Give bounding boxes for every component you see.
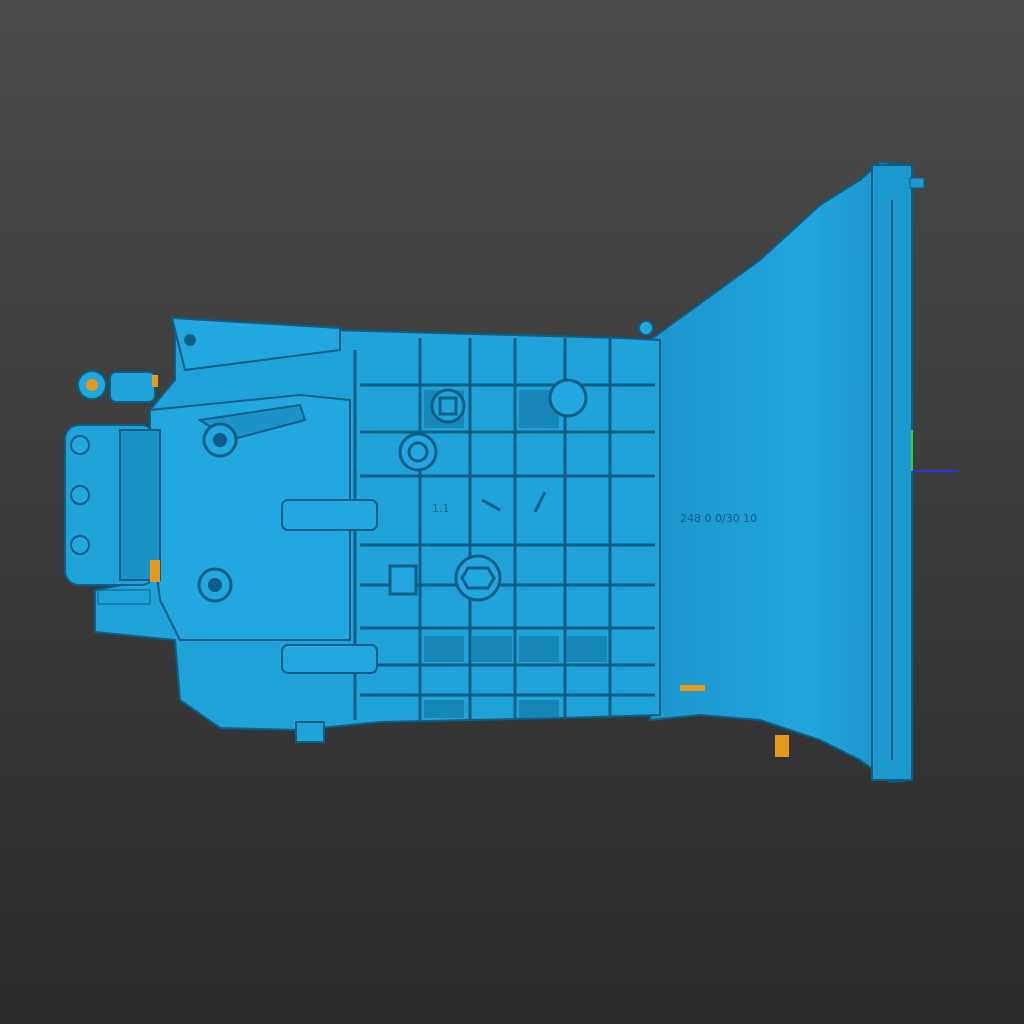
xyz-axis-gizmo-icon <box>911 430 958 472</box>
output-flange <box>64 424 161 605</box>
cast-marking-2: 248 0 0/30 10 <box>680 512 757 525</box>
top-bolt <box>77 370 156 403</box>
cast-marking-1: 1.1 <box>432 502 450 515</box>
mount-boss-lower <box>281 644 378 674</box>
3d-viewport[interactable]: 1.1 248 0 0/30 10 <box>0 0 1024 1024</box>
boss-top <box>548 378 588 418</box>
mount-boss-upper <box>281 499 378 531</box>
boss-left <box>398 432 438 472</box>
fill-plug <box>430 388 466 424</box>
transmission-model[interactable]: 1.1 248 0 0/30 10 <box>64 160 925 784</box>
flange-tab <box>909 177 925 189</box>
model-canvas[interactable]: 1.1 248 0 0/30 10 <box>0 0 1024 1024</box>
